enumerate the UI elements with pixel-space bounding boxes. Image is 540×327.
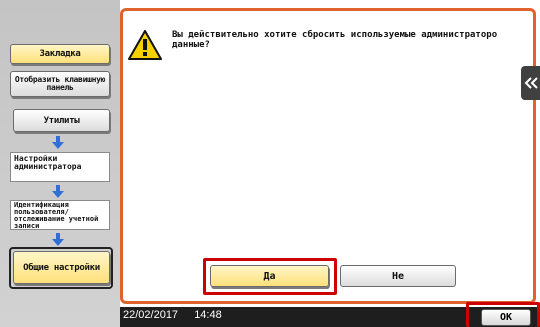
breadcrumb-admin-settings[interactable]: Настройки администратора — [10, 152, 110, 182]
date-text: 22/02/2017 — [123, 309, 179, 321]
time-text: 14:48 — [194, 309, 222, 321]
ok-button[interactable]: OK — [481, 309, 531, 326]
dialog-message: Вы действительно хотите сбросить использ… — [172, 30, 498, 50]
breadcrumb-user-auth[interactable]: Идентификация пользователя/ отслеживание… — [10, 200, 110, 230]
datetime: 22/02/2017 14:48 — [123, 309, 222, 321]
breadcrumb-general-settings[interactable]: Общие настройки — [13, 251, 110, 284]
no-button[interactable]: Не — [340, 265, 456, 287]
breadcrumb-utilities[interactable]: Утилиты — [13, 109, 110, 132]
bookmark-button[interactable]: Закладка — [10, 44, 110, 64]
side-panel-tab[interactable] — [521, 66, 540, 100]
arrow-down-icon — [52, 136, 64, 149]
show-keypad-button[interactable]: Отобразить клавишную панель — [10, 71, 110, 97]
left-sidebar: Закладка Отобразить клавишную панель Ути… — [0, 0, 120, 327]
double-chevron-left-icon — [524, 77, 538, 89]
warning-icon — [128, 30, 162, 60]
arrow-down-icon — [52, 233, 64, 246]
yes-button[interactable]: Да — [210, 265, 329, 287]
arrow-down-icon — [52, 185, 64, 198]
